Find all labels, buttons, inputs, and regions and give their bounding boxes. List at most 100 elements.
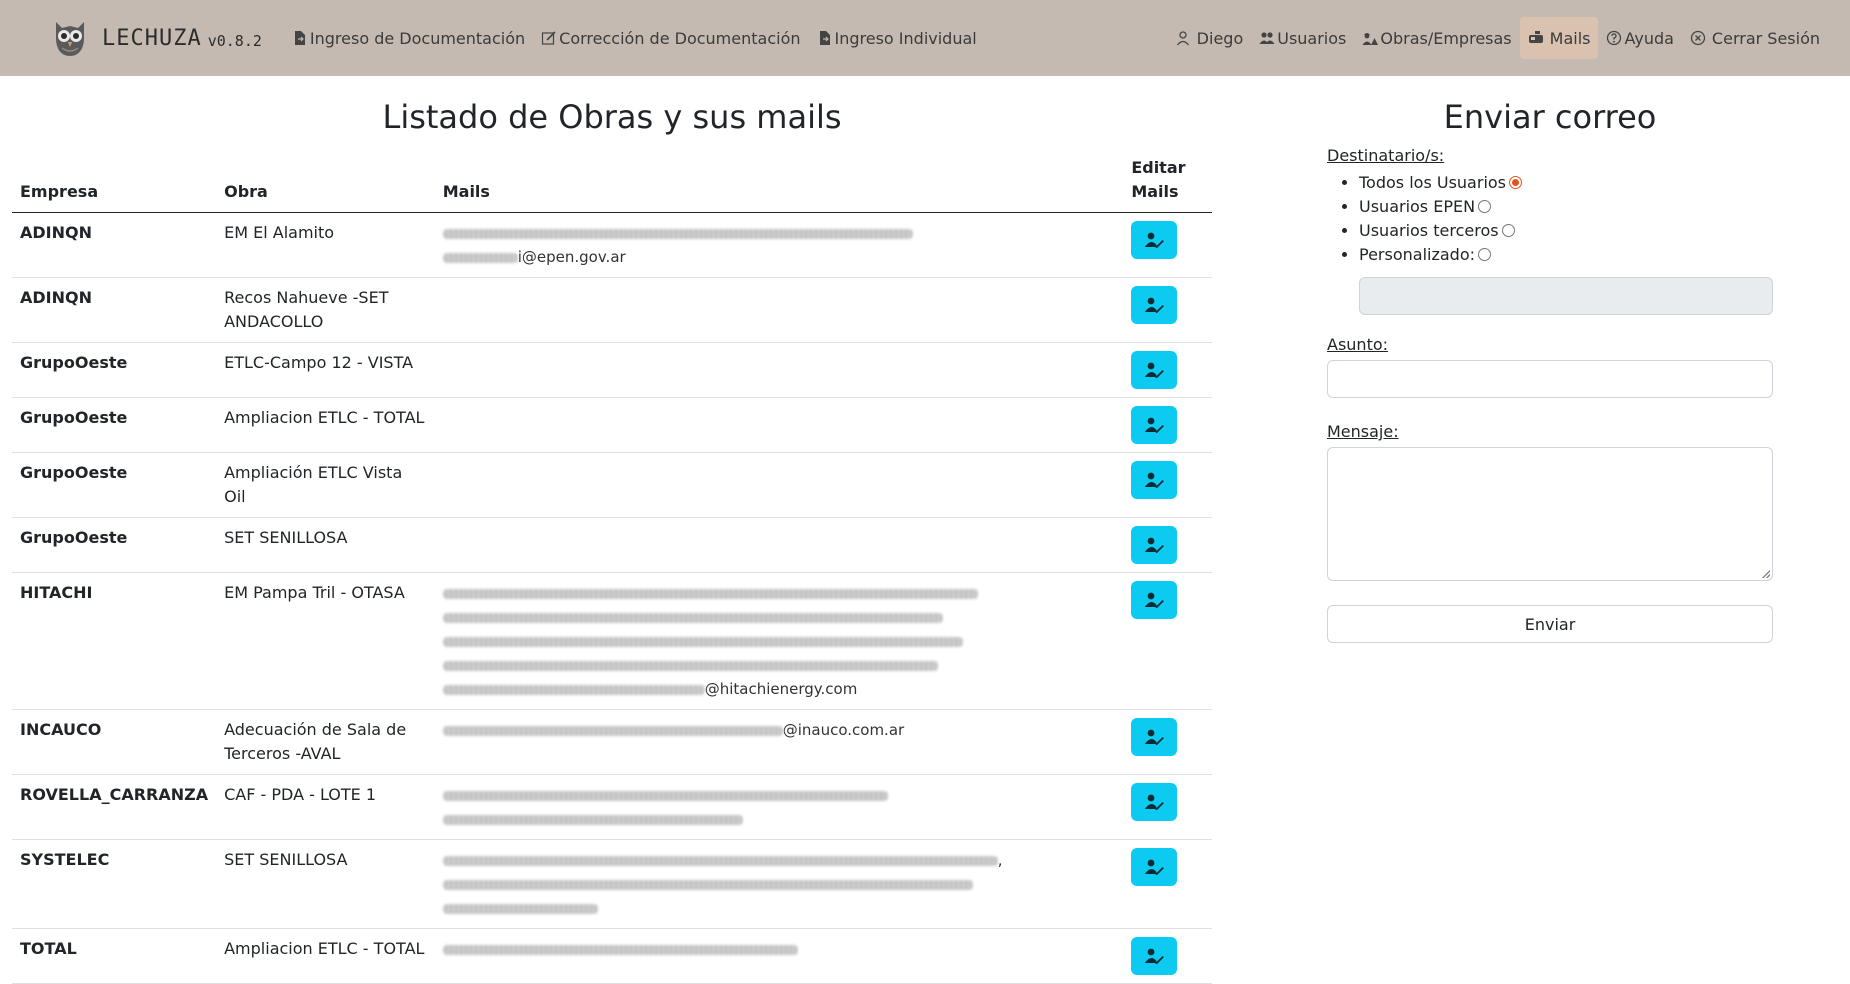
enviar-correo-section: Enviar correo Destinatario/s: Todos los … xyxy=(1327,76,1773,643)
cell-editar xyxy=(1123,342,1212,398)
edit-mails-button[interactable] xyxy=(1131,406,1178,444)
nav-label: Usuarios xyxy=(1277,28,1347,48)
cell-mails xyxy=(434,397,1124,453)
edit-mails-button[interactable] xyxy=(1131,718,1178,756)
cell-editar xyxy=(1123,277,1212,343)
cell-empresa: INCAUCO xyxy=(12,709,217,775)
nav-user-diego[interactable]: Diego xyxy=(1167,17,1252,59)
cell-obra: EM Pampa Tril - OTASA xyxy=(216,572,435,710)
cell-empresa: GrupoOeste xyxy=(12,452,217,518)
mail-domain: @inauco.com.ar xyxy=(782,721,905,739)
table-row: TOTAL Ampliacion ETLC - TOTAL xyxy=(12,928,1212,984)
radio-todos-usuarios[interactable] xyxy=(1509,176,1523,189)
cell-mails xyxy=(434,342,1124,398)
edit-mails-button[interactable] xyxy=(1131,461,1178,499)
option-epen[interactable]: Usuarios EPEN xyxy=(1359,195,1773,219)
brand-name: LECHUZA xyxy=(102,25,202,51)
cell-empresa: SYSTELEC xyxy=(12,839,217,929)
brand[interactable]: LECHUZA v0.8.2 xyxy=(48,16,262,60)
edit-mails-button[interactable] xyxy=(1131,937,1178,975)
option-todos[interactable]: Todos los Usuarios xyxy=(1359,171,1773,195)
col-empresa: Empresa xyxy=(12,148,217,213)
edit-mails-button[interactable] xyxy=(1131,286,1178,324)
col-obra: Obra xyxy=(216,148,435,213)
table-row: SYSTELEC SET SENILLOSA, xyxy=(12,839,1212,929)
redacted-mail xyxy=(442,790,888,801)
cell-obra: Adecuación de Sala de Terceros -AVAL xyxy=(216,709,435,775)
nav-usuarios[interactable]: Usuarios xyxy=(1251,17,1354,59)
mensaje-textarea[interactable] xyxy=(1327,447,1773,581)
destinatarios-label: Destinatario/s: xyxy=(1327,146,1445,165)
nav-label: Diego xyxy=(1196,28,1244,48)
cell-empresa: GrupoOeste xyxy=(12,397,217,453)
cell-empresa: GrupoOeste xyxy=(12,342,217,398)
page-title: Listado de Obras y sus mails xyxy=(382,98,842,136)
edit-mails-button[interactable] xyxy=(1131,581,1178,619)
nav-correccion-documentacion[interactable]: Corrección de Documentación xyxy=(533,17,808,59)
destinatarios-options: Todos los Usuarios Usuarios EPEN Usuario… xyxy=(1359,171,1773,267)
table-row: ADINQN Recos Nahueve -SET ANDACOLLO xyxy=(12,277,1212,343)
owl-logo-icon xyxy=(56,22,84,56)
nav-label: Cerrar Sesión xyxy=(1711,28,1820,48)
nav-ingreso-documentacion[interactable]: Ingreso de Documentación xyxy=(284,17,533,59)
asunto-label: Asunto: xyxy=(1327,335,1389,354)
nav-cerrar-sesion[interactable]: Cerrar Sesión xyxy=(1682,17,1828,59)
mail-entry xyxy=(442,807,1116,831)
radio-usuarios-epen[interactable] xyxy=(1478,200,1492,213)
cell-editar xyxy=(1123,517,1212,573)
mail-domain: @hitachienergy.com xyxy=(704,680,858,698)
edit-mails-button[interactable] xyxy=(1131,221,1178,259)
redacted-mail xyxy=(442,612,943,623)
radio-personalizado[interactable] xyxy=(1478,248,1491,261)
table-header-row: Empresa Obra Mails Editar Mails xyxy=(12,148,1212,213)
col-editar-line2: Mails xyxy=(1131,182,1179,201)
option-personalizado[interactable]: Personalizado: xyxy=(1359,243,1773,267)
redacted-mail xyxy=(442,660,938,671)
cell-obra: Ampliación ETLC Vista Oil xyxy=(216,452,435,518)
asunto-input[interactable] xyxy=(1327,360,1773,398)
cell-mails xyxy=(434,277,1124,343)
nav-left: Ingreso de Documentación Corrección de D… xyxy=(284,17,985,59)
cell-mails: i@epen.gov.ar xyxy=(434,212,1124,278)
mail-entry xyxy=(442,221,1116,245)
nav-mails[interactable]: Mails xyxy=(1519,17,1599,59)
cell-editar xyxy=(1123,397,1212,453)
person-pencil-icon xyxy=(1145,537,1165,554)
redacted-mail xyxy=(442,814,743,825)
redacted-mail xyxy=(442,879,973,890)
cell-mails xyxy=(434,452,1124,518)
person-pencil-icon xyxy=(1145,729,1165,746)
person-icon xyxy=(1176,31,1189,46)
redacted-mail xyxy=(442,725,783,736)
listado-section: Listado de Obras y sus mails Empresa Obr… xyxy=(12,76,1212,984)
option-terceros[interactable]: Usuarios terceros xyxy=(1359,219,1773,243)
redacted-mail xyxy=(442,588,978,599)
edit-mails-button[interactable] xyxy=(1131,848,1178,886)
enviar-button[interactable]: Enviar xyxy=(1327,605,1773,643)
nav-ayuda[interactable]: Ayuda xyxy=(1598,17,1681,59)
edit-mails-button[interactable] xyxy=(1131,526,1178,564)
cell-mails xyxy=(434,928,1124,984)
table-row: GrupoOeste Ampliacion ETLC - TOTAL xyxy=(12,397,1212,453)
personalizado-input[interactable] xyxy=(1359,277,1773,315)
mensaje-label: Mensaje: xyxy=(1327,422,1399,441)
obras-table: Empresa Obra Mails Editar Mails ADINQN EM… xyxy=(12,148,1212,984)
mail-entry: @hitachienergy.com xyxy=(442,677,1116,701)
table-row: ROVELLA_CARRANZA CAF - PDA - LOTE 1 xyxy=(12,774,1212,840)
edit-mails-button[interactable] xyxy=(1131,783,1178,821)
redacted-mail xyxy=(442,228,913,239)
redacted-mail xyxy=(442,903,598,914)
nav-ingreso-individual[interactable]: Ingreso Individual xyxy=(809,17,985,59)
people-icon xyxy=(1259,32,1275,44)
col-mails: Mails xyxy=(434,148,1124,213)
top-navbar: LECHUZA v0.8.2 Ingreso de Documentación … xyxy=(0,0,1850,76)
person-pencil-icon xyxy=(1145,362,1165,379)
person-pencil-icon xyxy=(1145,232,1165,249)
radio-usuarios-terceros[interactable] xyxy=(1501,224,1515,237)
cell-mails xyxy=(434,774,1124,840)
cell-mails: @hitachienergy.com xyxy=(434,572,1124,710)
cell-editar xyxy=(1123,774,1212,840)
cell-editar xyxy=(1123,452,1212,518)
edit-mails-button[interactable] xyxy=(1131,351,1178,389)
nav-obras-empresas[interactable]: Obras/Empresas xyxy=(1354,17,1519,59)
